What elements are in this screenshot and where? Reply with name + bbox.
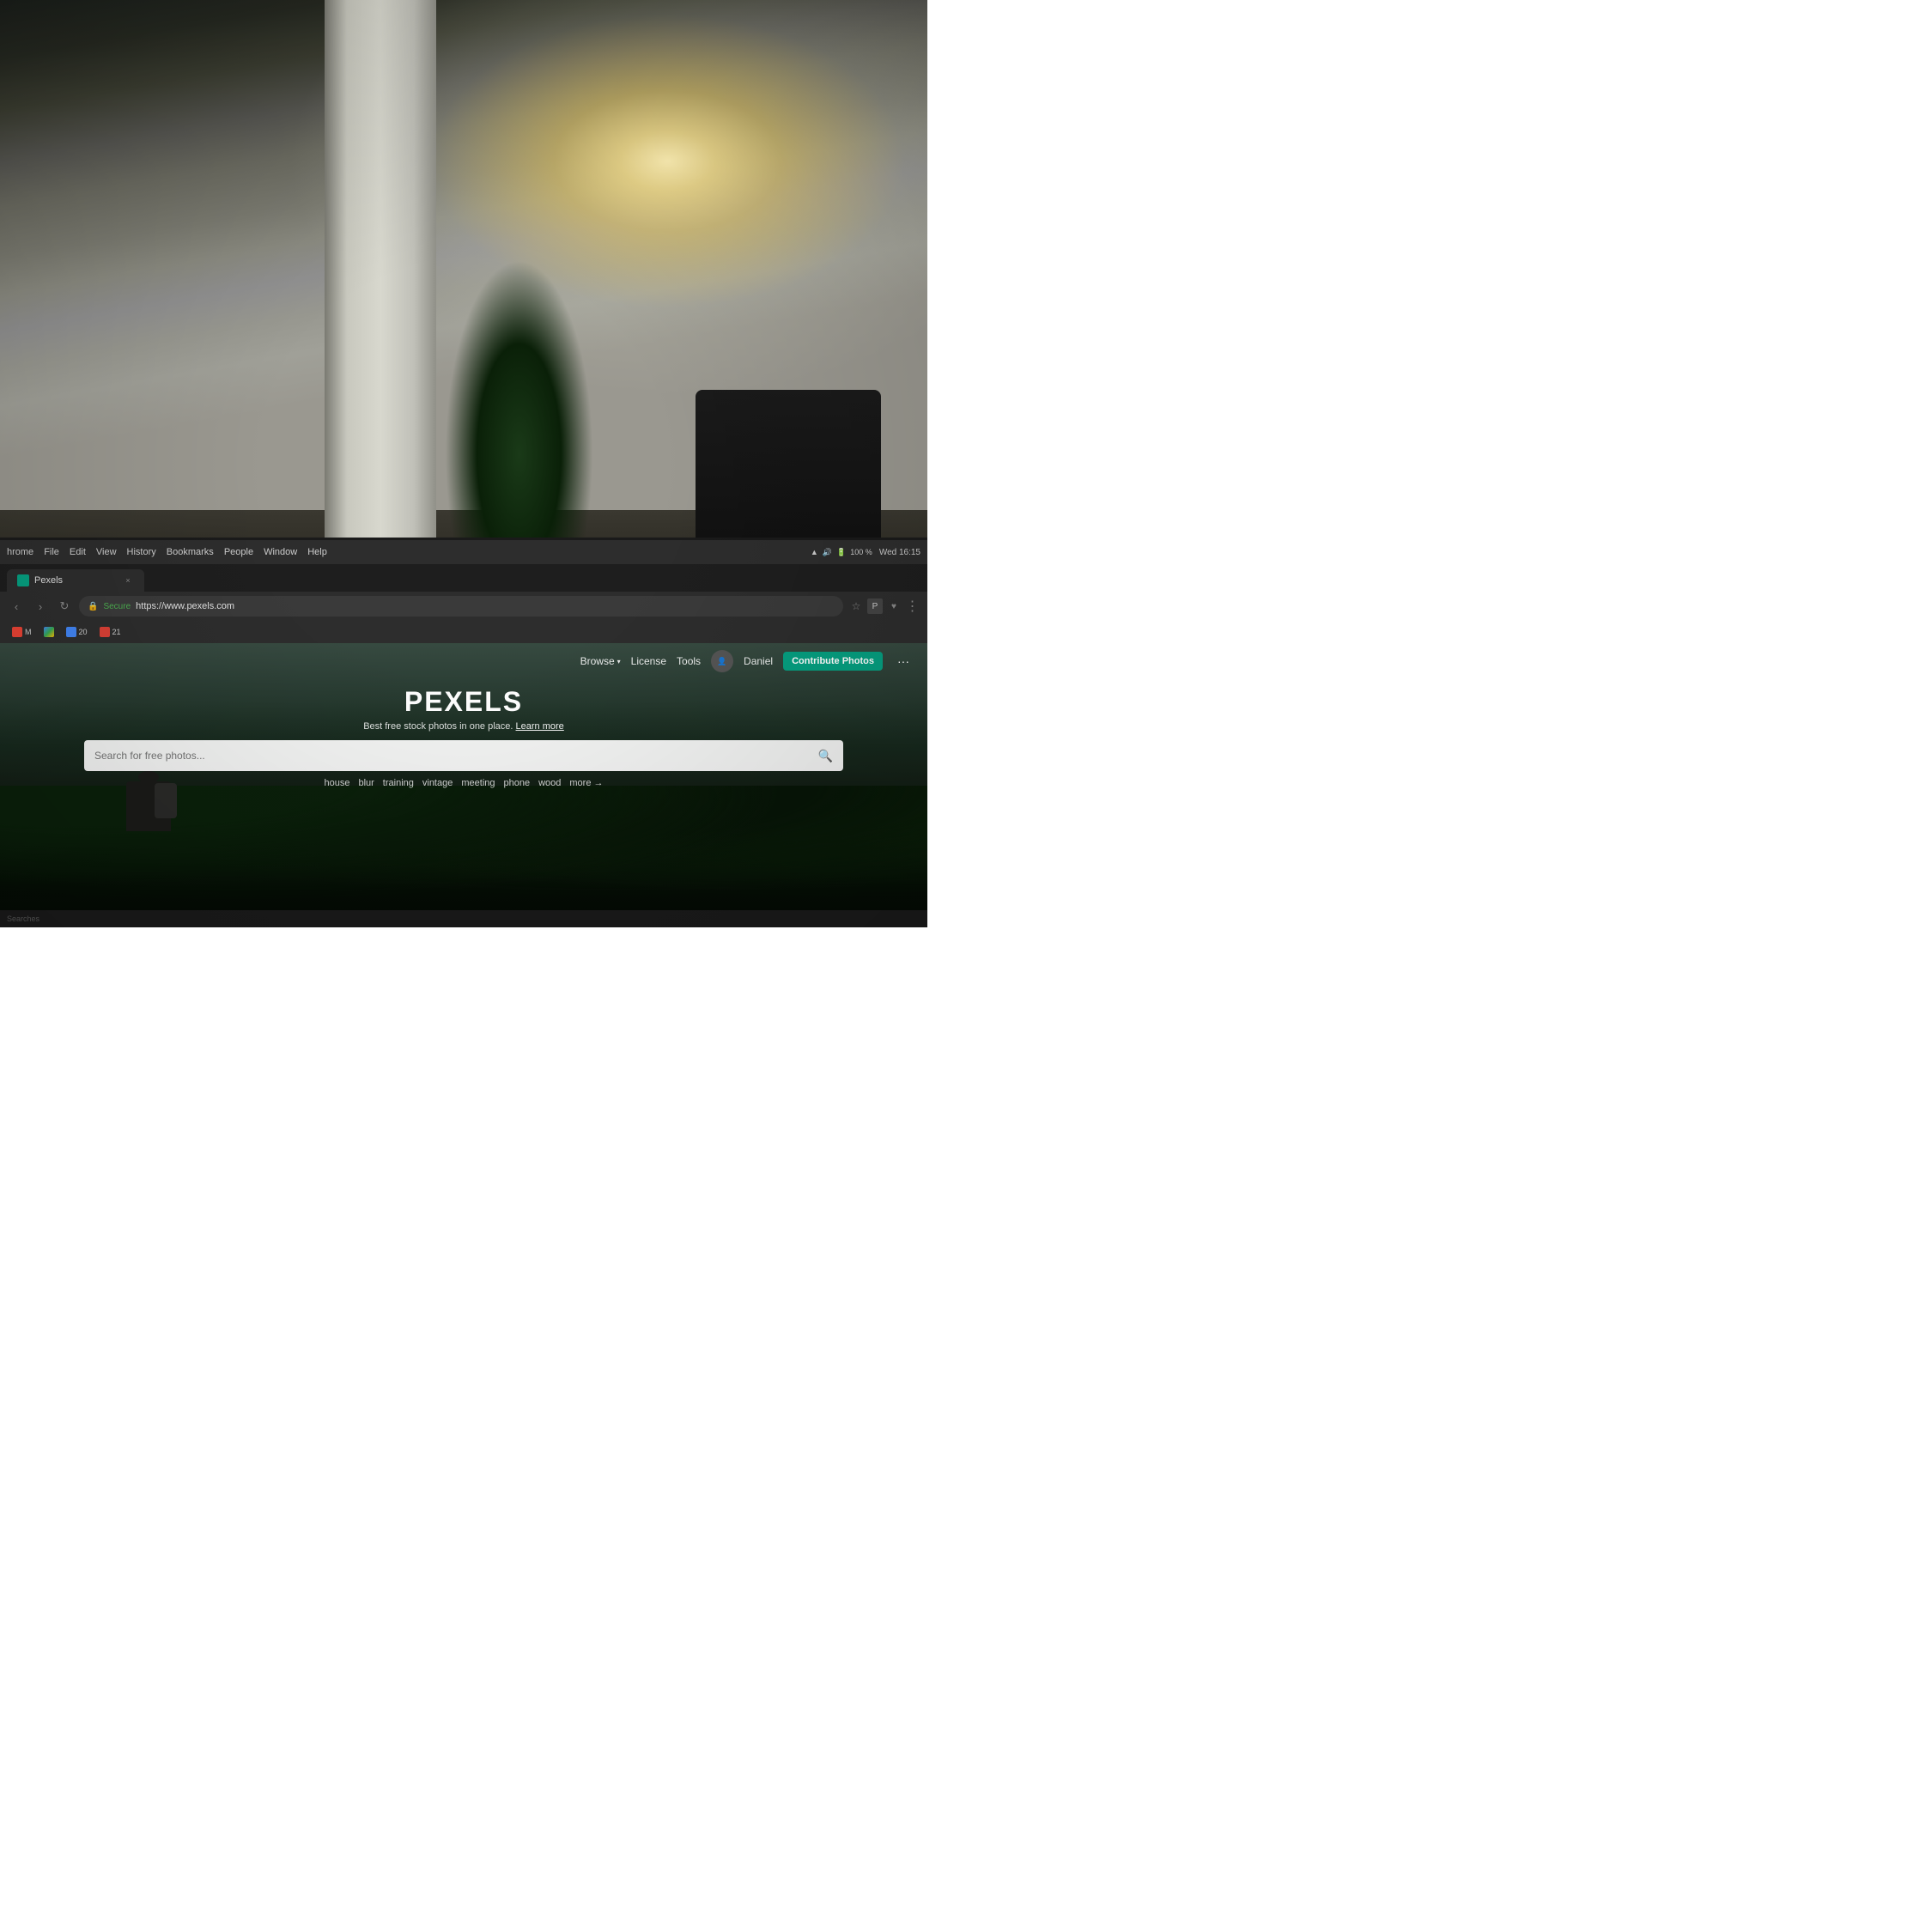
pexels-logo: PEXELS [404, 686, 523, 718]
search-box[interactable]: 🔍 [84, 740, 843, 771]
search-input[interactable] [94, 750, 811, 762]
extension-icon-1[interactable]: P [867, 598, 883, 614]
search-suggestions: house blur training vintage meeting phon… [84, 778, 843, 788]
bottom-bar-text: Searches [7, 914, 39, 923]
nav-more-button[interactable]: ··· [893, 651, 914, 671]
license-nav-link[interactable]: License [631, 655, 666, 667]
bookmark-drive[interactable] [39, 623, 59, 641]
suggestion-more[interactable]: more → [569, 778, 603, 788]
suggestion-vintage[interactable]: vintage [422, 778, 453, 788]
subtitle-text: Best free stock photos in one place. [363, 721, 513, 732]
secure-icon: 🔒 [88, 602, 98, 611]
chrome-right-items: ▲ 🔊 🔋 100 % Wed 16:15 [811, 548, 920, 557]
calendar-favicon [66, 627, 76, 637]
browse-label: Browse [580, 655, 615, 667]
user-avatar[interactable]: 👤 [711, 650, 733, 672]
menu-help[interactable]: Help [307, 547, 327, 557]
suggestion-blur[interactable]: blur [358, 778, 374, 788]
volume-icon: 🔊 [823, 548, 832, 557]
status-icons: ▲ 🔊 🔋 100 % [811, 548, 872, 557]
search-icon: 🔍 [818, 749, 833, 763]
tools-nav-link[interactable]: Tools [677, 655, 701, 667]
menu-dots-icon[interactable]: ⋮ [905, 598, 920, 614]
menu-chrome[interactable]: hrome [7, 547, 33, 557]
forward-button[interactable]: › [31, 597, 50, 616]
address-field[interactable]: 🔒 Secure https://www.pexels.com [79, 596, 843, 617]
suggestion-meeting[interactable]: meeting [461, 778, 495, 788]
chrome-os-bar: hrome File Edit View History Bookmarks P… [0, 540, 927, 564]
bookmark-gmail[interactable]: M [7, 623, 37, 641]
bookmark-calendar[interactable]: 20 [61, 623, 93, 641]
menu-file[interactable]: File [44, 547, 59, 557]
bookmarks-bar: M 20 21 [0, 621, 927, 643]
active-tab[interactable]: Pexels × [7, 569, 144, 592]
hero-content: PEXELS Best free stock photos in one pla… [0, 686, 927, 788]
suggestion-training[interactable]: training [383, 778, 414, 788]
battery-percent: 100 % [850, 548, 872, 556]
pillar [325, 0, 436, 603]
menu-edit[interactable]: Edit [70, 547, 86, 557]
learn-more-link[interactable]: Learn more [516, 721, 564, 732]
gmail-favicon [12, 627, 22, 637]
user-name-label[interactable]: Daniel [744, 655, 773, 667]
bottom-bar: Searches [0, 910, 927, 927]
browse-nav-link[interactable]: Browse ▾ [580, 655, 621, 667]
todoist-favicon [100, 627, 110, 637]
menu-history[interactable]: History [127, 547, 156, 557]
menu-bookmarks[interactable]: Bookmarks [167, 547, 214, 557]
contribute-photos-button[interactable]: Contribute Photos [783, 652, 883, 671]
clock: Wed 16:15 [879, 548, 920, 557]
pexels-nav-links: Browse ▾ License Tools 👤 Daniel Contribu… [580, 650, 914, 672]
plant [445, 259, 593, 584]
tab-bar: Pexels × [0, 564, 927, 592]
bookmark-todoist[interactable]: 21 [94, 623, 126, 641]
hero-subtitle: Best free stock photos in one place. Lea… [363, 721, 564, 732]
refresh-button[interactable]: ↻ [55, 597, 74, 616]
back-button[interactable]: ‹ [7, 597, 26, 616]
address-bar-row: ‹ › ↻ 🔒 Secure https://www.pexels.com ☆ … [0, 592, 927, 621]
suggestion-house[interactable]: house [324, 778, 349, 788]
tab-close-button[interactable]: × [122, 574, 134, 586]
bookmark-star-icon[interactable]: ☆ [848, 598, 864, 614]
avatar-icon: 👤 [717, 657, 726, 666]
pexels-website: Browse ▾ License Tools 👤 Daniel Contribu… [0, 643, 927, 927]
wifi-icon: ▲ [811, 548, 818, 556]
tab-favicon [17, 574, 29, 586]
address-toolbar-right: ☆ P ♥ ⋮ [848, 598, 920, 614]
secure-label: Secure [103, 602, 131, 611]
pexels-nav: Browse ▾ License Tools 👤 Daniel Contribu… [0, 643, 927, 679]
chrome-menu-items: hrome File Edit View History Bookmarks P… [7, 547, 327, 557]
menu-window[interactable]: Window [264, 547, 297, 557]
drive-favicon [44, 627, 54, 637]
suggestion-phone[interactable]: phone [504, 778, 531, 788]
suggestion-wood[interactable]: wood [538, 778, 561, 788]
battery-icon: 🔋 [836, 548, 846, 557]
extension-icon-2[interactable]: ♥ [886, 598, 902, 614]
browser-window: hrome File Edit View History Bookmarks P… [0, 540, 927, 927]
url-display[interactable]: https://www.pexels.com [136, 601, 234, 611]
monitor-bezel: hrome File Edit View History Bookmarks P… [0, 538, 927, 927]
tab-title: Pexels [34, 575, 63, 586]
menu-people[interactable]: People [224, 547, 253, 557]
browse-dropdown-arrow: ▾ [617, 658, 621, 665]
menu-view[interactable]: View [96, 547, 117, 557]
